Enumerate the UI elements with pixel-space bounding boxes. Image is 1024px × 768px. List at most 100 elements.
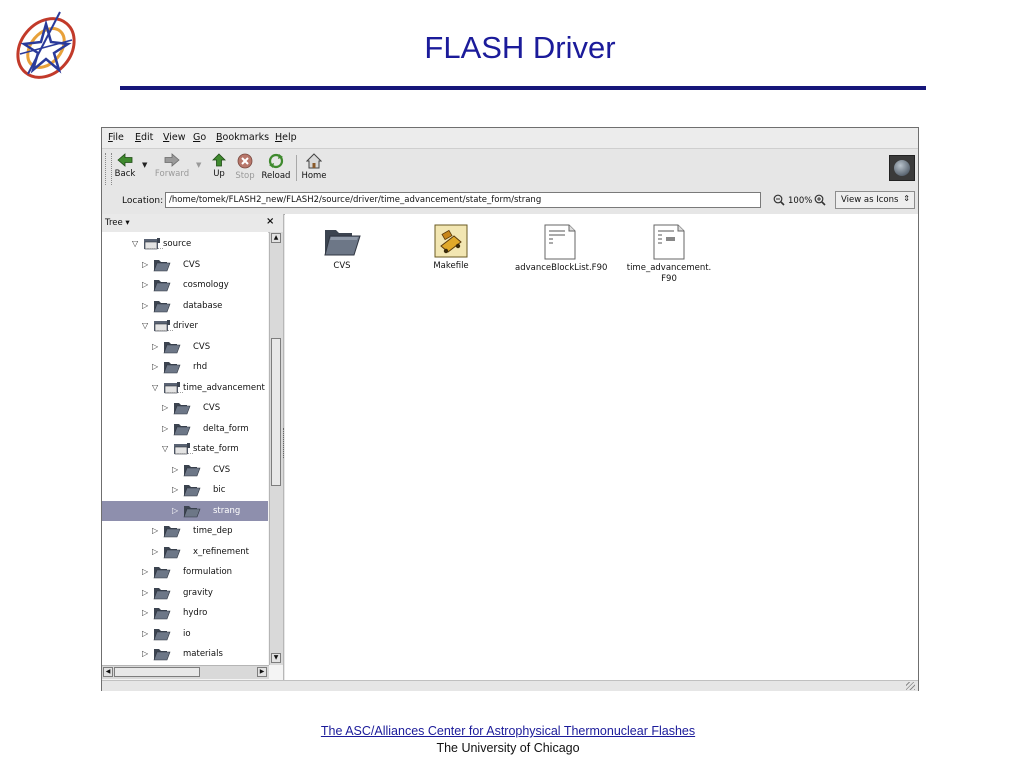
tree-item-cvs[interactable]: ▷ CVS	[102, 460, 268, 480]
expander-closed-icon[interactable]: ▷	[152, 547, 158, 556]
tree-item-cvs[interactable]: ▷ CVS	[102, 337, 268, 357]
menu-edit[interactable]: Edit	[135, 132, 153, 143]
tree-item-source[interactable]: ▽ source	[102, 234, 268, 254]
stop-button[interactable]: Stop	[232, 151, 258, 187]
tree-item-label: cosmology	[183, 280, 229, 290]
tree-item-rhd[interactable]: ▷ rhd	[102, 357, 268, 377]
expander-closed-icon[interactable]: ▷	[172, 465, 178, 474]
tree-item-bic[interactable]: ▷ bic	[102, 480, 268, 500]
location-label: Location:	[122, 196, 164, 206]
file-item-time-advancement[interactable]: time_advancement. F90	[624, 224, 714, 285]
file-item-advanceblocklist[interactable]: advanceBlockList.F90	[515, 224, 607, 274]
tree-vscroll-thumb[interactable]	[271, 338, 281, 486]
emblem-underline	[147, 248, 163, 250]
reload-button[interactable]: Reload	[260, 151, 292, 187]
tree-item-io[interactable]: ▷ io	[102, 624, 268, 644]
flash-center-logo	[16, 11, 76, 79]
side-pane-selector[interactable]: Tree ▾	[105, 218, 130, 228]
tree-item-state-form[interactable]: ▽ state_form	[102, 439, 268, 459]
tree-item-label: delta_form	[203, 423, 249, 434]
back-button[interactable]: Back	[112, 151, 138, 187]
forward-button[interactable]: Forward	[154, 151, 190, 187]
expander-open-icon[interactable]: ▽	[132, 239, 138, 248]
tree-item-formulation[interactable]: ▷ formulation	[102, 562, 268, 582]
expander-closed-icon[interactable]: ▷	[162, 424, 168, 433]
menu-file[interactable]: File	[108, 132, 124, 143]
expander-closed-icon[interactable]: ▷	[152, 526, 158, 535]
expander-closed-icon[interactable]: ▷	[172, 506, 178, 515]
scroll-down-icon[interactable]: ▼	[271, 653, 281, 663]
tree-item-gravity[interactable]: ▷ gravity	[102, 583, 268, 603]
zoom-out-icon[interactable]	[773, 194, 785, 206]
tree-horizontal-scrollbar[interactable]: ◀ ▶	[102, 665, 269, 679]
location-input[interactable]	[165, 192, 761, 208]
tree-vertical-scrollbar[interactable]: ▲ ▼	[269, 232, 283, 665]
file-item-cvs[interactable]: CVS	[297, 224, 387, 272]
tree-item-cosmology[interactable]: ▷ cosmology	[102, 275, 268, 295]
tree-item-cvs[interactable]: ▷ CVS	[102, 398, 268, 418]
emblem-underline	[167, 391, 183, 394]
back-history-chevron-icon[interactable]: ▼	[142, 161, 147, 169]
home-button[interactable]: Home	[300, 151, 328, 187]
tree-item-materials[interactable]: ▷ materials	[102, 644, 268, 664]
menu-view[interactable]: View	[163, 132, 186, 143]
expander-closed-icon[interactable]: ▷	[152, 362, 158, 371]
expander-closed-icon[interactable]: ▷	[142, 280, 148, 289]
expander-closed-icon[interactable]: ▷	[152, 342, 158, 351]
expander-closed-icon[interactable]: ▷	[142, 260, 148, 269]
expander-closed-icon[interactable]: ▷	[172, 485, 178, 494]
expander-open-icon[interactable]: ▽	[142, 321, 148, 330]
tree-item-label: io	[183, 628, 191, 639]
tree-item-time-advancement[interactable]: ▽ time_advancement	[102, 378, 268, 398]
folder-icon	[163, 360, 181, 377]
forward-history-chevron-icon[interactable]: ▼	[196, 161, 201, 169]
tree-item-x-refinement[interactable]: ▷ x_refinement	[102, 542, 268, 562]
folder-icon	[153, 627, 171, 644]
menu-go[interactable]: Go	[193, 132, 206, 143]
source-file-icon	[544, 224, 576, 260]
folder-icon	[183, 504, 201, 521]
footer-link[interactable]: The ASC/Alliances Center for Astrophysic…	[260, 724, 756, 738]
folder-icon	[153, 647, 171, 664]
tree-item-driver[interactable]: ▽ driver	[102, 316, 268, 336]
toolbar-handle[interactable]	[105, 153, 112, 185]
tree-item-label: database	[183, 300, 223, 311]
folder-icon	[153, 586, 171, 603]
expander-closed-icon[interactable]: ▷	[142, 301, 148, 310]
folder-icon	[153, 606, 171, 623]
tree-item-strang[interactable]: ▷ strang	[102, 500, 268, 521]
zoom-in-icon[interactable]	[814, 194, 826, 206]
expander-open-icon[interactable]: ▽	[162, 444, 168, 453]
close-side-pane-icon[interactable]: ×	[266, 216, 274, 227]
up-button[interactable]: Up	[208, 151, 230, 187]
expander-closed-icon[interactable]: ▷	[142, 649, 148, 658]
view-as-select[interactable]: View as Icons ⇕	[835, 191, 915, 209]
tree-item-cvs[interactable]: ▷ CVS	[102, 255, 268, 275]
scroll-right-icon[interactable]: ▶	[257, 667, 267, 677]
expander-closed-icon[interactable]: ▷	[142, 567, 148, 576]
menu-bookmarks[interactable]: Bookmarks	[216, 132, 269, 143]
scroll-up-icon[interactable]: ▲	[271, 233, 281, 243]
tree-item-label: CVS	[203, 403, 221, 413]
toolbar: Back ▼ Forward ▼ Up Stop Reload Home	[102, 148, 918, 190]
expander-closed-icon[interactable]: ▷	[142, 629, 148, 638]
tree-item-database[interactable]: ▷ database	[102, 296, 268, 316]
file-item-makefile[interactable]: Makefile	[406, 224, 496, 272]
expander-closed-icon[interactable]: ▷	[142, 588, 148, 597]
tree-hscroll-thumb[interactable]	[114, 667, 200, 677]
expander-closed-icon[interactable]: ▷	[162, 403, 168, 412]
toolbar-separator	[296, 155, 297, 181]
tree-item-hydro[interactable]: ▷ hydro	[102, 603, 268, 623]
window-resize-grip[interactable]	[906, 682, 915, 690]
tree-item-delta-form[interactable]: ▷ delta_form	[102, 419, 268, 439]
tree-item-time-dep[interactable]: ▷ time_dep	[102, 521, 268, 541]
menu-help[interactable]: Help	[275, 132, 297, 143]
scroll-left-icon[interactable]: ◀	[103, 667, 113, 677]
expander-closed-icon[interactable]: ▷	[142, 608, 148, 617]
zoom-level[interactable]: 100%	[788, 196, 812, 206]
folder-icon	[163, 524, 181, 541]
folder-icon	[324, 230, 361, 256]
up-arrow-icon	[212, 153, 226, 167]
expander-open-icon[interactable]: ▽	[152, 383, 158, 392]
folder-icon	[163, 340, 181, 357]
